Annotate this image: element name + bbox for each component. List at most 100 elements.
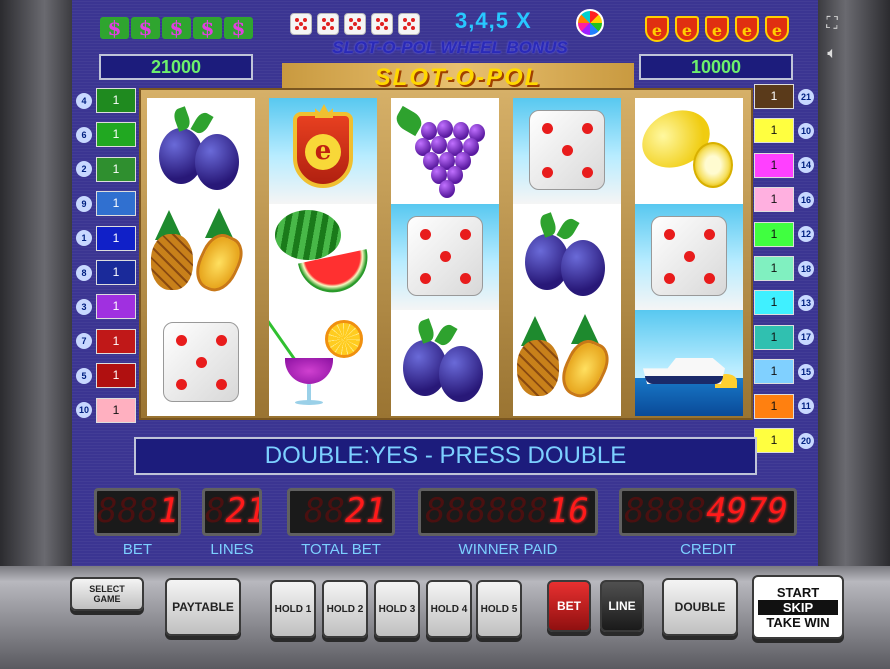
- watermelon-icon: [269, 204, 377, 310]
- left-line-9: 91: [76, 191, 138, 217]
- credit-counter: 88884979: [619, 488, 797, 536]
- dice-icon: [635, 204, 743, 310]
- reel-frame: e: [139, 88, 753, 420]
- line-bet: 1: [754, 187, 794, 213]
- cocktail-icon: [269, 310, 377, 416]
- line-number: 11: [798, 398, 814, 415]
- left-line-1: 11: [76, 225, 138, 251]
- left-line-4: 41: [76, 88, 138, 113]
- grapes-icon: [391, 98, 499, 204]
- pineapple-icon: [513, 310, 621, 416]
- double-button[interactable]: DOUBLE: [662, 578, 738, 636]
- lines-counter: 821: [202, 488, 262, 536]
- status-message: DOUBLE:YES - PRESS DOUBLE: [134, 437, 757, 475]
- hold-5-button[interactable]: HOLD 5: [476, 580, 522, 638]
- line-bet: 1: [96, 225, 136, 251]
- line-bet: 1: [96, 260, 136, 285]
- dice-icon: [398, 13, 420, 35]
- right-line-20: 1 20: [754, 428, 814, 453]
- shield-e-icon: e: [675, 16, 699, 42]
- line-bet: 1: [754, 256, 794, 281]
- right-line-10: 1 10: [754, 118, 814, 144]
- bet-button[interactable]: BET: [547, 580, 591, 632]
- line-bet: 1: [96, 122, 136, 148]
- total-bet-label: TOTAL BET: [301, 541, 381, 558]
- line-number: 8: [76, 264, 92, 281]
- left-line-6: 61: [76, 122, 138, 148]
- dice-icon: [317, 13, 339, 35]
- left-line-5: 51: [76, 363, 138, 389]
- line-bet: 1: [96, 88, 136, 113]
- reel-2: e: [269, 98, 377, 416]
- pineapple-icon: [147, 204, 255, 310]
- right-line-16: 1 16: [754, 187, 814, 213]
- line-bet: 1: [754, 290, 794, 316]
- line-bet: 1: [96, 397, 136, 423]
- right-line-18: 1 18: [754, 256, 814, 281]
- line-bet: 1: [754, 393, 794, 419]
- reel-1: [147, 98, 255, 416]
- total-bet-counter: 8821: [287, 488, 395, 536]
- right-line-17: 1 17: [754, 324, 814, 350]
- sound-icon[interactable]: 🔈︎: [822, 44, 842, 64]
- line-button[interactable]: LINE: [600, 580, 644, 632]
- line-number: 6: [76, 126, 92, 143]
- right-line-14: 1 14: [754, 152, 814, 178]
- line-bet: 1: [754, 428, 794, 453]
- line-number: 12: [798, 226, 814, 243]
- right-line-21: 1 21: [754, 84, 814, 109]
- dice-icon: [147, 310, 255, 416]
- shield-symbols: e e e e e: [645, 16, 789, 42]
- reel-5: [635, 98, 743, 416]
- left-line-2: 21: [76, 156, 138, 182]
- line-bet: 1: [754, 221, 794, 247]
- dice-icon: [371, 13, 393, 35]
- skip-label: SKIP: [758, 599, 838, 615]
- line-bet: 1: [96, 363, 136, 389]
- winner-paid-label: WINNER PAID: [458, 541, 558, 558]
- line-number: 3: [76, 298, 92, 315]
- line-number: 5: [76, 367, 92, 384]
- plum-icon: [147, 98, 255, 204]
- hold-3-button[interactable]: HOLD 3: [374, 580, 420, 638]
- dollar-icon: $: [224, 17, 253, 39]
- line-number: 10: [798, 122, 814, 139]
- start-button[interactable]: START SKIP TAKE WIN: [752, 575, 844, 639]
- reel-3: [391, 98, 499, 416]
- dice-icon: [344, 13, 366, 35]
- line-number: 2: [76, 161, 92, 178]
- line-number: 7: [76, 333, 92, 350]
- left-line-8: 81: [76, 260, 138, 285]
- hold-2-button[interactable]: HOLD 2: [322, 580, 368, 638]
- fullscreen-icon[interactable]: ⛶: [822, 14, 842, 34]
- right-line-12: 1 12: [754, 221, 814, 247]
- hold-4-button[interactable]: HOLD 4: [426, 580, 472, 638]
- credit-label: CREDIT: [680, 541, 736, 558]
- line-bet: 1: [96, 328, 136, 354]
- start-label: START: [776, 584, 820, 600]
- right-line-11: 1 11: [754, 393, 814, 419]
- line-bet: 1: [96, 191, 136, 217]
- shield-e-icon: e: [645, 16, 669, 42]
- dollar-icon: $: [100, 17, 129, 39]
- hold-1-button[interactable]: HOLD 1: [270, 580, 316, 638]
- line-bet: 1: [754, 359, 794, 385]
- winner-paid-counter: 88888816: [418, 488, 598, 536]
- line-number: 16: [798, 191, 814, 208]
- paytable-button[interactable]: PAYTABLE: [165, 578, 241, 636]
- bonus-multiplier: 3,4,5 X: [455, 8, 532, 33]
- line-bet: 1: [754, 84, 794, 109]
- right-line-15: 1 15: [754, 359, 814, 385]
- wheel-icon: [576, 9, 604, 37]
- line-number: 13: [798, 294, 814, 311]
- dice-icon: [513, 98, 621, 204]
- shield-icon: e: [269, 98, 377, 204]
- line-number: 14: [798, 157, 814, 174]
- line-bet: 1: [96, 156, 136, 182]
- line-number: 15: [798, 363, 814, 380]
- line-bet: 1: [754, 118, 794, 144]
- select-game-button[interactable]: SELECT GAME: [70, 577, 144, 611]
- line-number: 18: [798, 260, 814, 277]
- jackpot-left: 21000: [99, 54, 253, 80]
- shield-e-icon: e: [765, 16, 789, 42]
